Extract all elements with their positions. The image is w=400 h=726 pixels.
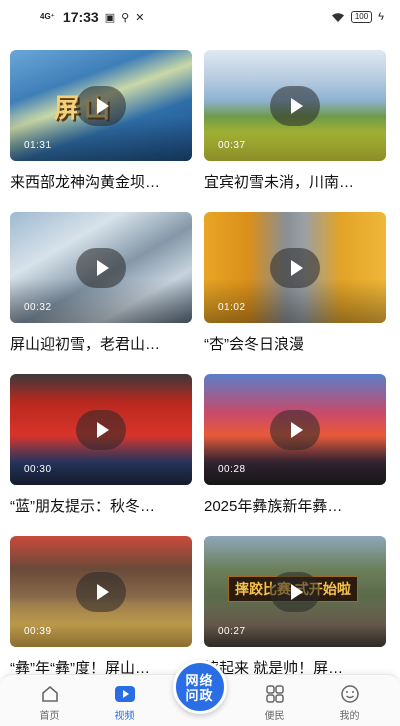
play-icon[interactable] xyxy=(270,85,320,126)
video-title[interactable]: 屏山迎初雪，老君山… xyxy=(10,335,192,355)
video-card[interactable]: 屏山 01:31 来西部龙神沟黄金坝… xyxy=(10,50,192,212)
video-thumbnail[interactable]: 01:02 xyxy=(204,212,386,323)
video-thumbnail[interactable]: 屏山 01:31 xyxy=(10,50,192,161)
video-thumbnail[interactable]: 00:28 xyxy=(204,374,386,485)
status-bar: 4G⁺ 17:33 ▣ ⚲ ✕ 100 ϟ xyxy=(0,0,400,34)
grid-icon xyxy=(264,683,286,705)
notification-icon: ▣ xyxy=(104,11,116,24)
play-icon[interactable] xyxy=(76,571,126,612)
tab-mine[interactable]: 我的 xyxy=(312,683,387,722)
video-duration: 00:28 xyxy=(218,464,246,475)
video-card[interactable]: 01:02 “杏”会冬日浪漫 xyxy=(204,212,386,374)
video-thumbnail[interactable]: 00:37 xyxy=(204,50,386,161)
video-card[interactable]: 00:30 “蓝”朋友提示：秋冬… xyxy=(10,374,192,536)
video-thumbnail[interactable]: 00:39 xyxy=(10,536,192,647)
video-thumbnail[interactable]: 00:30 xyxy=(10,374,192,485)
video-title[interactable]: 宜宾初雪未消，川南… xyxy=(204,173,386,193)
tab-video-label: 视频 xyxy=(114,711,135,722)
video-card[interactable]: 00:32 屏山迎初雪，老君山… xyxy=(10,212,192,374)
charging-icon: ϟ xyxy=(378,11,384,23)
video-card[interactable]: 00:37 宜宾初雪未消，川南… xyxy=(204,50,386,212)
status-time: 17:33 xyxy=(62,9,99,25)
video-duration: 01:02 xyxy=(218,302,246,313)
tab-mine-label: 我的 xyxy=(339,711,360,722)
tab-services[interactable]: 便民 xyxy=(237,683,312,722)
wifi-icon xyxy=(331,12,344,22)
video-title[interactable]: 来西部龙神沟黄金坝… xyxy=(10,173,192,193)
usb-icon: ⚲ xyxy=(121,11,130,24)
tools-icon: ✕ xyxy=(135,11,145,24)
video-title[interactable]: “杏”会冬日浪漫 xyxy=(204,335,386,355)
center-action-button[interactable]: 网络问政 xyxy=(172,660,227,714)
play-icon[interactable] xyxy=(76,409,126,450)
video-title[interactable]: “蓝”朋友提示：秋冬… xyxy=(10,497,192,517)
video-duration: 00:32 xyxy=(24,302,52,313)
video-title[interactable]: 2025年彝族新年彝… xyxy=(204,497,386,517)
tab-services-label: 便民 xyxy=(264,711,285,722)
video-duration: 01:31 xyxy=(24,140,52,151)
video-grid: 屏山 01:31 来西部龙神沟黄金坝… 00:37 宜宾初雪未消，川南… 00:… xyxy=(10,50,390,698)
home-icon xyxy=(39,683,61,705)
play-icon[interactable] xyxy=(270,247,320,288)
signal-indicator: 4G⁺ xyxy=(40,12,55,21)
video-duration: 00:27 xyxy=(218,626,246,637)
play-icon[interactable] xyxy=(270,571,320,612)
tab-home[interactable]: 首页 xyxy=(12,683,87,722)
video-duration: 00:30 xyxy=(24,464,52,475)
bottom-tab-bar: 首页 视频 网络问政 便民 我的 xyxy=(0,660,400,726)
video-card[interactable]: 00:28 2025年彝族新年彝… xyxy=(204,374,386,536)
play-icon[interactable] xyxy=(76,85,126,126)
video-thumbnail[interactable]: 摔跤比赛 式开始啦 00:27 xyxy=(204,536,386,647)
tab-video[interactable]: 视频 xyxy=(87,683,162,722)
tab-home-label: 首页 xyxy=(39,711,60,722)
battery-level: 100 xyxy=(350,11,373,23)
video-duration: 00:39 xyxy=(24,626,52,637)
play-icon[interactable] xyxy=(76,247,126,288)
smile-icon xyxy=(339,683,361,705)
video-duration: 00:37 xyxy=(218,140,246,151)
center-button-label: 网络问政 xyxy=(185,672,214,703)
video-icon xyxy=(114,683,136,705)
play-icon[interactable] xyxy=(270,409,320,450)
video-thumbnail[interactable]: 00:32 xyxy=(10,212,192,323)
